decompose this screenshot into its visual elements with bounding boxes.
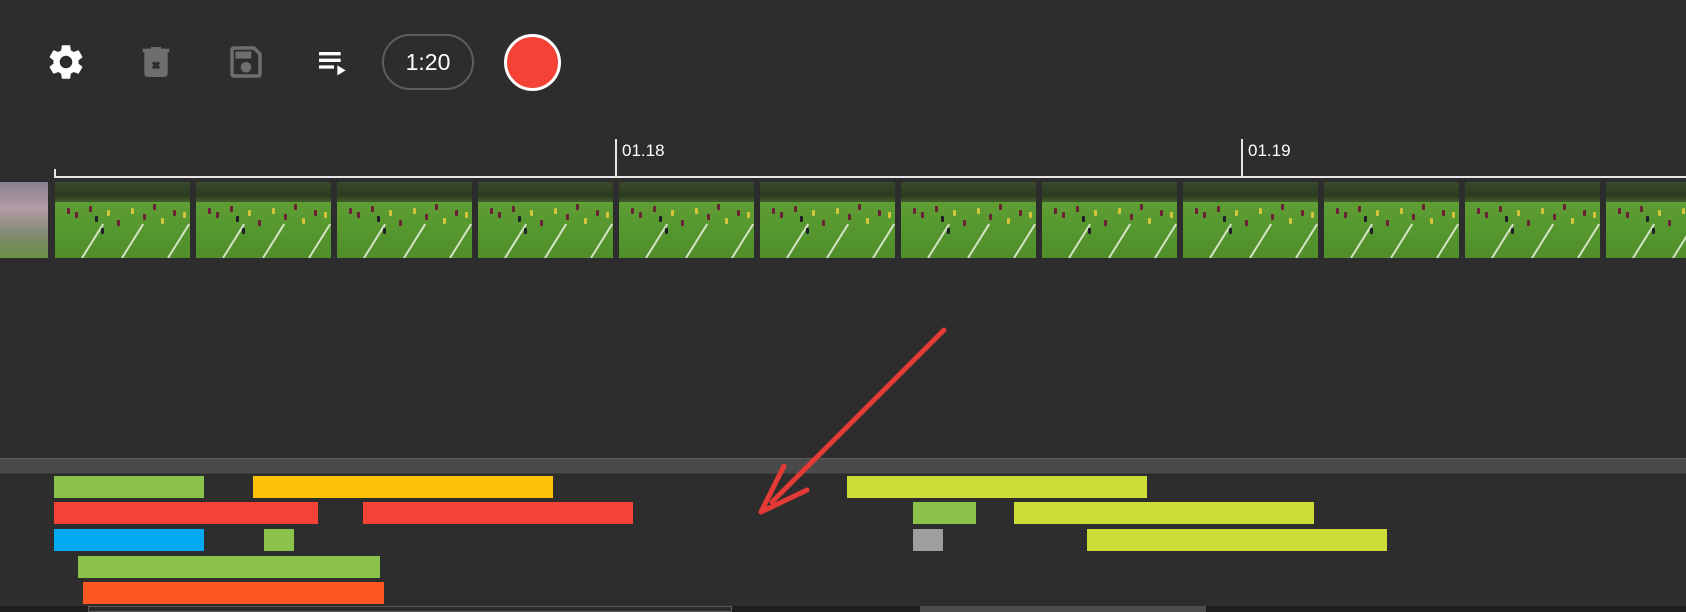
tag-clip[interactable] <box>1014 502 1314 524</box>
settings-button[interactable] <box>42 38 90 86</box>
filmstrip-frame[interactable] <box>760 182 895 258</box>
filmstrip-frame[interactable] <box>1324 182 1459 258</box>
ruler-tick-label: 01.19 <box>1248 141 1291 160</box>
tag-clip[interactable] <box>913 529 943 551</box>
panel-splitter[interactable] <box>0 458 1686 474</box>
ruler-tick-major <box>615 139 617 178</box>
playlist-button[interactable] <box>310 38 358 86</box>
filmstrip-frame[interactable] <box>0 182 48 258</box>
tag-clip[interactable] <box>913 502 976 524</box>
scrollbar-thumb[interactable] <box>88 606 732 612</box>
horizontal-scrollbar[interactable] <box>0 606 1686 612</box>
time-label: 1:20 <box>405 48 451 75</box>
tag-tracks <box>0 474 1686 606</box>
tag-clip[interactable] <box>847 476 1147 498</box>
tag-clip[interactable] <box>363 502 633 524</box>
gear-icon <box>45 41 87 83</box>
filmstrip-frame[interactable] <box>1606 182 1686 258</box>
tag-clip[interactable] <box>78 556 380 578</box>
record-button[interactable] <box>504 34 561 91</box>
tag-clip[interactable] <box>54 502 318 524</box>
filmstrip-frame[interactable] <box>478 182 613 258</box>
filmstrip-frame[interactable] <box>337 182 472 258</box>
video-tagging-app: 1:20 01.18 01.19 <box>0 0 1686 612</box>
tag-clip[interactable] <box>264 529 294 551</box>
filmstrip-frame[interactable] <box>619 182 754 258</box>
tag-clip[interactable] <box>253 476 553 498</box>
filmstrip-frame[interactable] <box>1465 182 1600 258</box>
filmstrip-frame[interactable] <box>901 182 1036 258</box>
filmstrip-frame[interactable] <box>196 182 331 258</box>
ruler-start-tick <box>54 169 56 178</box>
toolbar: 1:20 <box>0 0 1686 125</box>
ruler-tick-label: 01.18 <box>622 141 665 160</box>
save-icon <box>225 41 267 83</box>
video-filmstrip[interactable] <box>0 182 1686 258</box>
filmstrip-frame[interactable] <box>55 182 190 258</box>
tag-clip[interactable] <box>83 582 384 604</box>
ruler-tick-major <box>1241 139 1243 178</box>
save-button[interactable] <box>222 38 270 86</box>
filmstrip-frame[interactable] <box>1042 182 1177 258</box>
delete-icon <box>136 42 176 82</box>
time-display-button[interactable]: 1:20 <box>382 34 474 90</box>
filmstrip-frame[interactable] <box>1183 182 1318 258</box>
tag-clip[interactable] <box>54 529 204 551</box>
scrollbar-thumb-secondary[interactable] <box>920 606 1206 612</box>
playlist-play-icon <box>314 42 354 82</box>
tag-clip[interactable] <box>1087 529 1387 551</box>
delete-button[interactable] <box>132 38 180 86</box>
ruler-baseline <box>54 176 1686 178</box>
timeline-ruler[interactable]: 01.18 01.19 <box>54 137 1686 179</box>
tag-clip[interactable] <box>54 476 204 498</box>
